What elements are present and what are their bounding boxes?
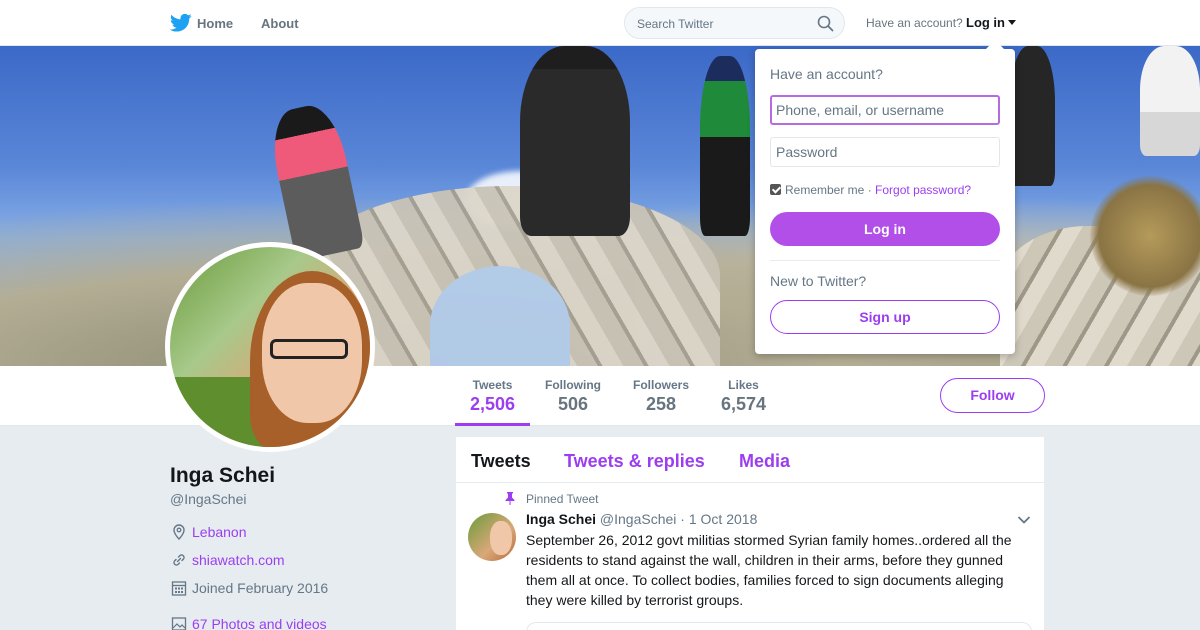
remember-me-row: Remember me · Forgot password? bbox=[770, 183, 971, 197]
login-dropdown-toggle[interactable]: Log in bbox=[966, 15, 1016, 30]
login-link-label[interactable]: Log in bbox=[966, 15, 1005, 30]
tweet-author-name[interactable]: Inga Schei bbox=[526, 511, 596, 527]
banner-bush bbox=[1090, 176, 1200, 296]
chevron-down-icon[interactable] bbox=[1008, 20, 1016, 25]
profile-handle[interactable]: @IngaSchei bbox=[170, 491, 246, 507]
stat-following[interactable]: Following 506 bbox=[545, 378, 601, 415]
dropdown-title: Have an account? bbox=[770, 66, 883, 82]
tweet-author-handle[interactable]: @IngaSchei bbox=[600, 511, 676, 527]
remember-me-label[interactable]: Remember me bbox=[785, 183, 864, 197]
stat-value: 6,574 bbox=[721, 394, 767, 414]
stat-label: Following bbox=[545, 378, 601, 392]
calendar-icon bbox=[171, 581, 187, 596]
tab-media[interactable]: Media bbox=[739, 451, 790, 472]
stat-likes[interactable]: Likes 6,574 bbox=[721, 378, 766, 415]
search-box[interactable]: Search Twitter bbox=[624, 7, 845, 39]
signup-button[interactable]: Sign up bbox=[770, 300, 1000, 334]
stat-followers[interactable]: Followers 258 bbox=[633, 378, 689, 415]
website-link[interactable]: shiawatch.com bbox=[192, 552, 285, 568]
nav-about-link[interactable]: About bbox=[261, 16, 299, 31]
image-icon bbox=[171, 617, 187, 630]
stat-label: Tweets bbox=[472, 378, 513, 392]
pinned-tweet-label: Pinned Tweet bbox=[526, 492, 599, 506]
password-field[interactable]: Password bbox=[770, 137, 1000, 167]
location-link[interactable]: Lebanon bbox=[192, 524, 247, 540]
link-icon bbox=[173, 554, 185, 566]
forgot-password-link[interactable]: Forgot password? bbox=[875, 183, 971, 197]
banner-person bbox=[1010, 46, 1055, 186]
username-field[interactable]: Phone, email, or username bbox=[770, 95, 1000, 125]
photos-videos-link[interactable]: 67 Photos and videos bbox=[192, 616, 327, 630]
stat-value: 2,506 bbox=[470, 394, 516, 414]
banner-person bbox=[1140, 46, 1200, 156]
tweet-date[interactable]: 1 Oct 2018 bbox=[689, 511, 758, 527]
have-account-text: Have an account? bbox=[866, 16, 963, 30]
separator-dot: · bbox=[867, 183, 872, 197]
tweet-media-card[interactable] bbox=[526, 622, 1032, 630]
active-tab-indicator bbox=[455, 423, 530, 426]
dropdown-arrow bbox=[985, 40, 1005, 50]
stat-value: 258 bbox=[645, 394, 677, 414]
follow-button[interactable]: Follow bbox=[940, 378, 1045, 413]
top-navigation: Home About Search Twitter Have an accoun… bbox=[0, 0, 1200, 46]
nav-home-link[interactable]: Home bbox=[197, 16, 233, 31]
tweet-author-avatar[interactable] bbox=[468, 513, 516, 561]
stat-tweets[interactable]: Tweets 2,506 bbox=[470, 378, 515, 415]
stat-value: 506 bbox=[557, 394, 589, 414]
login-button[interactable]: Log in bbox=[770, 212, 1000, 246]
tweet-header: Inga Schei @IngaSchei · 1 Oct 2018 bbox=[526, 511, 757, 527]
twitter-bird-icon[interactable] bbox=[170, 13, 192, 33]
stat-label: Followers bbox=[633, 378, 690, 392]
banner-person bbox=[700, 56, 750, 236]
banner-person bbox=[520, 46, 630, 236]
tab-tweets-replies[interactable]: Tweets & replies bbox=[564, 451, 705, 472]
stat-label: Likes bbox=[728, 378, 759, 392]
timeline: Tweets Tweets & replies Media Pinned Twe… bbox=[456, 437, 1044, 630]
new-to-twitter-text: New to Twitter? bbox=[770, 273, 867, 289]
joined-date: Joined February 2016 bbox=[192, 580, 329, 596]
tab-tweets[interactable]: Tweets bbox=[471, 451, 531, 472]
location-pin-icon bbox=[173, 524, 185, 540]
profile-avatar[interactable] bbox=[165, 242, 375, 452]
remember-me-checkbox[interactable] bbox=[770, 184, 781, 195]
timeline-tabs: Tweets Tweets & replies Media bbox=[456, 437, 1044, 483]
dropdown-divider bbox=[770, 260, 1000, 261]
pin-icon bbox=[505, 492, 515, 505]
avatar-glasses bbox=[270, 339, 348, 359]
login-dropdown: Have an account? Phone, email, or userna… bbox=[755, 49, 1015, 354]
tweet-text: September 26, 2012 govt militias stormed… bbox=[526, 532, 1012, 608]
tweet-options-chevron-icon[interactable] bbox=[1017, 515, 1031, 525]
tweet-dot-separator: · bbox=[680, 511, 685, 527]
profile-name[interactable]: Inga Schei bbox=[170, 464, 275, 488]
search-icon[interactable] bbox=[817, 15, 834, 32]
search-input[interactable]: Search Twitter bbox=[637, 17, 713, 31]
